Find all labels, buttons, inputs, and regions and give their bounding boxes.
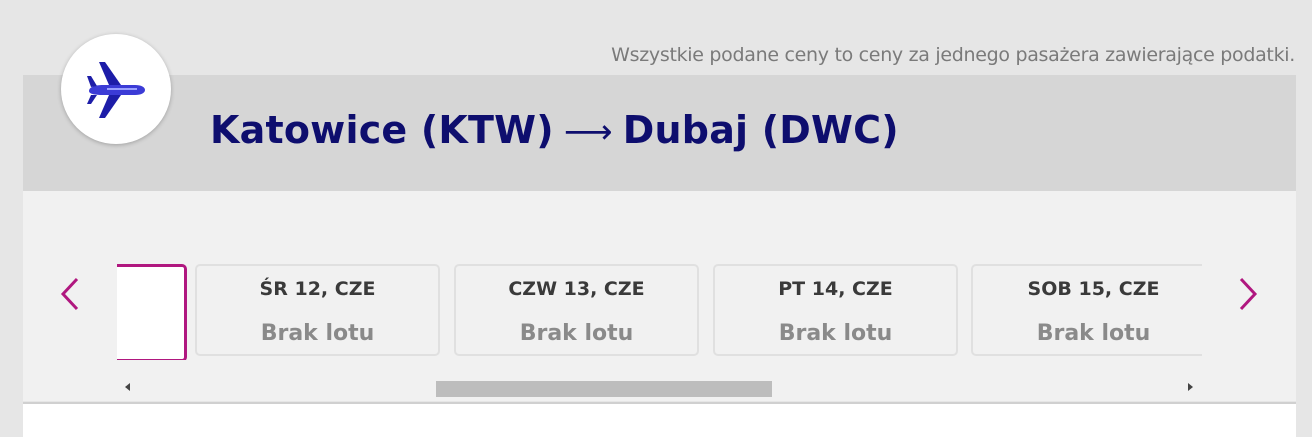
route-title: Katowice (KTW) ⟶ Dubaj (DWC) [210, 108, 899, 152]
price-notice: Wszystkie podane ceny to ceny za jednego… [611, 44, 1295, 66]
date-tile[interactable]: ŚR 12, CZE Brak lotu [195, 264, 440, 356]
horizontal-scrollbar[interactable] [117, 377, 1202, 401]
date-label: SOB 15, CZE [1027, 278, 1160, 300]
flight-status: Brak lotu [260, 321, 375, 346]
selected-date-tile[interactable] [117, 264, 187, 360]
date-label: ŚR 12, CZE [259, 278, 376, 300]
plane-badge [61, 34, 171, 144]
flight-status: Brak lotu [1036, 321, 1151, 346]
airplane-icon [87, 62, 145, 118]
destination-city: Dubaj (DWC) [622, 108, 899, 152]
results-panel [23, 402, 1296, 437]
chevron-left-icon [60, 277, 79, 311]
date-tiles: ŚR 12, CZE Brak lotu CZW 13, CZE Brak lo… [117, 264, 1202, 360]
scroll-left-icon[interactable] [125, 383, 130, 391]
next-dates-button[interactable] [1233, 276, 1263, 312]
prev-dates-button[interactable] [55, 276, 85, 312]
date-label: CZW 13, CZE [508, 278, 645, 300]
scroll-right-icon[interactable] [1188, 383, 1193, 391]
date-tile[interactable]: PT 14, CZE Brak lotu [713, 264, 958, 356]
date-tile[interactable]: SOB 15, CZE Brak lotu [971, 264, 1202, 356]
date-label: PT 14, CZE [778, 278, 893, 300]
scroll-thumb[interactable] [436, 381, 772, 397]
route-arrow: ⟶ [563, 112, 613, 152]
chevron-right-icon [1239, 277, 1258, 311]
flight-status: Brak lotu [519, 321, 634, 346]
origin-city: Katowice (KTW) [210, 108, 554, 152]
date-tile[interactable]: CZW 13, CZE Brak lotu [454, 264, 699, 356]
flight-status: Brak lotu [778, 321, 893, 346]
